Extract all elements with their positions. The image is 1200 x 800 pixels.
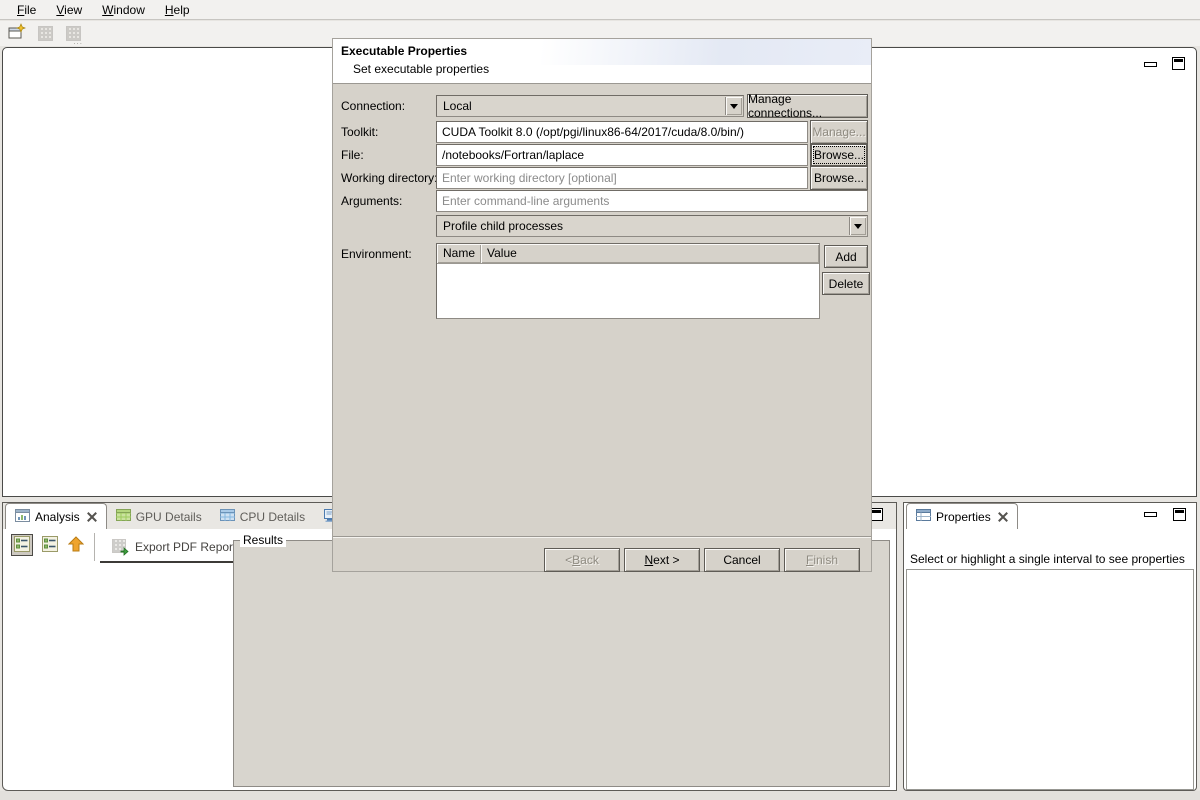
arguments-input[interactable] bbox=[436, 190, 868, 212]
minimize-icon bbox=[1144, 62, 1157, 67]
new-session-icon bbox=[8, 23, 26, 44]
editor-minimize-button[interactable] bbox=[1144, 62, 1157, 67]
disabled-action-icon bbox=[38, 26, 53, 41]
editor-maximize-button[interactable] bbox=[1172, 57, 1185, 70]
profile-mode-select[interactable]: Profile child processes bbox=[436, 215, 868, 237]
chevron-down-icon[interactable] bbox=[849, 217, 866, 235]
manage-toolkit-button: Manage... bbox=[810, 120, 868, 144]
maximize-icon bbox=[1172, 57, 1185, 70]
environment-label: Environment: bbox=[341, 247, 412, 261]
file-label: File: bbox=[341, 148, 364, 162]
arguments-label: Arguments: bbox=[341, 194, 402, 208]
environment-table-header: Name Value bbox=[437, 244, 819, 264]
properties-maximize-button[interactable] bbox=[1173, 508, 1186, 521]
new-session-button[interactable] bbox=[7, 24, 27, 43]
maximize-icon bbox=[1173, 508, 1186, 521]
add-environment-button[interactable]: Add bbox=[824, 245, 868, 268]
menu-file[interactable]: File bbox=[8, 1, 45, 19]
next-button[interactable]: Next > bbox=[624, 548, 700, 572]
tab-cpu-details-label: CPU Details bbox=[240, 510, 305, 524]
toolbar-separator bbox=[94, 533, 95, 561]
tab-gpu-details-label: GPU Details bbox=[136, 510, 202, 524]
profile-mode-value: Profile child processes bbox=[443, 219, 563, 233]
dialog-title: Executable Properties bbox=[341, 44, 467, 58]
column-header-name: Name bbox=[437, 244, 481, 263]
analysis-icon bbox=[15, 509, 30, 525]
tab-properties[interactable]: Properties bbox=[906, 503, 1018, 529]
export-pdf-label: Export PDF Report bbox=[135, 540, 236, 554]
status-strip bbox=[0, 791, 1200, 800]
cancel-button[interactable]: Cancel bbox=[704, 548, 780, 572]
environment-table: Name Value bbox=[436, 243, 820, 319]
browse-file-button[interactable]: Browse... bbox=[810, 143, 868, 167]
close-icon[interactable] bbox=[87, 512, 97, 522]
menu-view[interactable]: View bbox=[47, 1, 91, 19]
properties-minimize-button[interactable] bbox=[1144, 512, 1157, 517]
toolkit-input[interactable] bbox=[436, 121, 808, 143]
menu-help[interactable]: Help bbox=[156, 1, 199, 19]
banner-gradient bbox=[541, 39, 871, 65]
tab-analysis-label: Analysis bbox=[35, 510, 80, 524]
finish-button: Finish bbox=[784, 548, 860, 572]
guided-list-icon bbox=[14, 536, 30, 555]
export-pdf-report-button[interactable]: Export PDF Report bbox=[100, 533, 248, 563]
toolbar-disabled-button-1 bbox=[35, 24, 55, 43]
toolkit-label: Toolkit: bbox=[341, 125, 378, 139]
properties-icon bbox=[916, 509, 931, 524]
properties-message: Select or highlight a single interval to… bbox=[910, 552, 1185, 566]
tab-cpu-details[interactable]: CPU Details bbox=[211, 504, 314, 529]
dialog-header: Executable Properties Set executable pro… bbox=[333, 39, 871, 84]
connection-select[interactable]: Local bbox=[436, 95, 744, 117]
menu-bar: File View Window Help bbox=[0, 0, 1200, 20]
minimize-icon bbox=[1144, 512, 1157, 517]
dialog-subtitle: Set executable properties bbox=[353, 62, 489, 76]
analysis-guided-view-button[interactable] bbox=[11, 534, 33, 556]
unguided-list-icon bbox=[42, 536, 58, 555]
footer-separator bbox=[333, 536, 871, 538]
cpu-details-icon bbox=[220, 509, 235, 524]
up-arrow-icon bbox=[68, 536, 84, 555]
column-header-value: Value bbox=[481, 244, 819, 263]
properties-content-box bbox=[906, 569, 1194, 790]
toolbar-disabled-button-2: ... bbox=[63, 24, 83, 43]
properties-panel: Properties Select or highlight a single … bbox=[903, 502, 1197, 791]
back-button: < Back bbox=[544, 548, 620, 572]
menu-window[interactable]: Window bbox=[93, 1, 154, 19]
working-directory-label: Working directory: bbox=[341, 171, 437, 185]
working-directory-input[interactable] bbox=[436, 167, 808, 189]
browse-working-directory-button[interactable]: Browse... bbox=[810, 166, 868, 190]
delete-environment-button[interactable]: Delete bbox=[822, 272, 870, 295]
file-input[interactable] bbox=[436, 144, 808, 166]
results-group-label: Results bbox=[240, 533, 286, 547]
tab-gpu-details[interactable]: GPU Details bbox=[107, 504, 211, 529]
manage-connections-button[interactable]: Manage connections... bbox=[747, 94, 868, 118]
gpu-details-icon bbox=[116, 509, 131, 524]
export-pdf-icon bbox=[112, 539, 128, 555]
connection-value: Local bbox=[443, 99, 472, 113]
executable-properties-dialog: Executable Properties Set executable pro… bbox=[332, 38, 872, 572]
tab-analysis[interactable]: Analysis bbox=[5, 503, 107, 529]
close-icon[interactable] bbox=[998, 512, 1008, 522]
results-group: Results bbox=[233, 540, 890, 787]
analysis-unguided-view-button[interactable] bbox=[39, 534, 61, 556]
analysis-up-level-button[interactable] bbox=[65, 534, 87, 556]
chevron-down-icon[interactable] bbox=[725, 97, 742, 115]
connection-label: Connection: bbox=[341, 99, 405, 113]
tab-properties-label: Properties bbox=[936, 510, 991, 524]
